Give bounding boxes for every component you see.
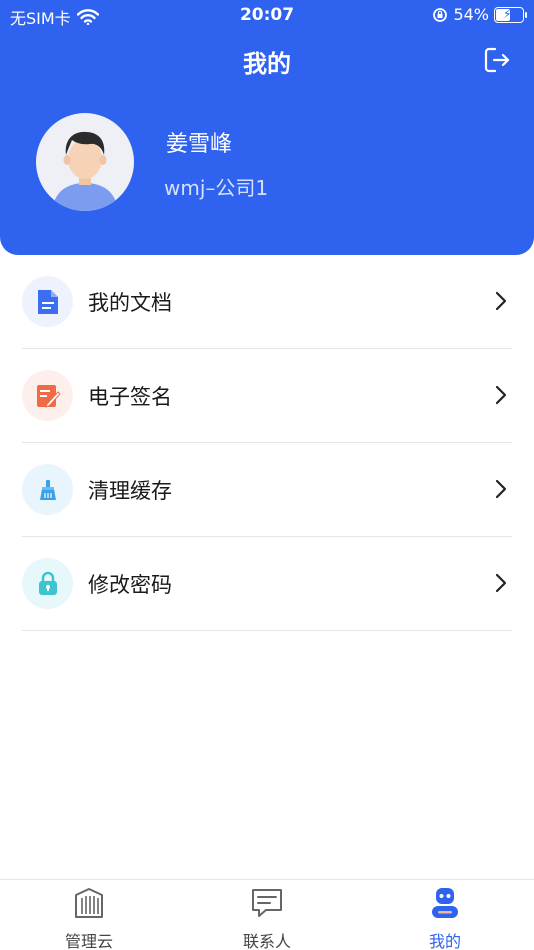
menu-item-label: 我的文档 [88,291,172,315]
message-icon [252,889,282,917]
battery-icon: ⚡ [494,6,527,23]
person-avatar-icon [52,131,118,211]
broom-icon [39,479,56,500]
page-title: 我的 [243,50,291,78]
tab-label: 联系人 [242,932,291,950]
menu-icon-container [22,558,73,609]
menu-item-my-documents[interactable]: 我的文档 [22,255,512,349]
tab-management-cloud[interactable]: 管理云 [0,880,178,950]
menu-list: 我的文档 电子签名 清理缓存 修改密码 [0,255,534,631]
chevron-right-icon [495,385,507,405]
signature-icon [36,384,61,408]
document-icon [37,289,58,314]
robot-icon [432,888,458,918]
menu-item-clear-cache[interactable]: 清理缓存 [22,443,512,537]
lock-icon [38,571,57,595]
menu-icon-container [22,464,73,515]
menu-icon-container [22,276,73,327]
tab-mine[interactable]: 我的 [356,880,534,950]
orientation-lock-icon [433,7,448,22]
user-name: 姜雪峰 [166,132,233,157]
chevron-right-icon [495,291,507,311]
status-bar: 无SIM卡 20:07 54% ⚡ [0,0,534,30]
battery-percent: 54% [453,5,489,24]
menu-icon-container [22,370,73,421]
menu-item-change-password[interactable]: 修改密码 [22,537,512,631]
tab-bar: 管理云 联系人 我的 [0,879,534,950]
menu-item-label: 电子签名 [88,385,172,409]
tab-label: 管理云 [64,932,113,950]
tab-contacts[interactable]: 联系人 [178,880,356,950]
tab-label: 我的 [428,932,461,950]
avatar[interactable] [36,113,134,211]
menu-item-e-signature[interactable]: 电子签名 [22,349,512,443]
menu-item-label: 修改密码 [88,573,172,597]
user-company: wmj–公司1 [164,176,269,200]
chevron-right-icon [495,573,507,593]
chevron-right-icon [495,479,507,499]
logout-icon[interactable] [482,45,512,75]
menu-item-label: 清理缓存 [88,479,172,503]
building-icon [75,888,103,918]
